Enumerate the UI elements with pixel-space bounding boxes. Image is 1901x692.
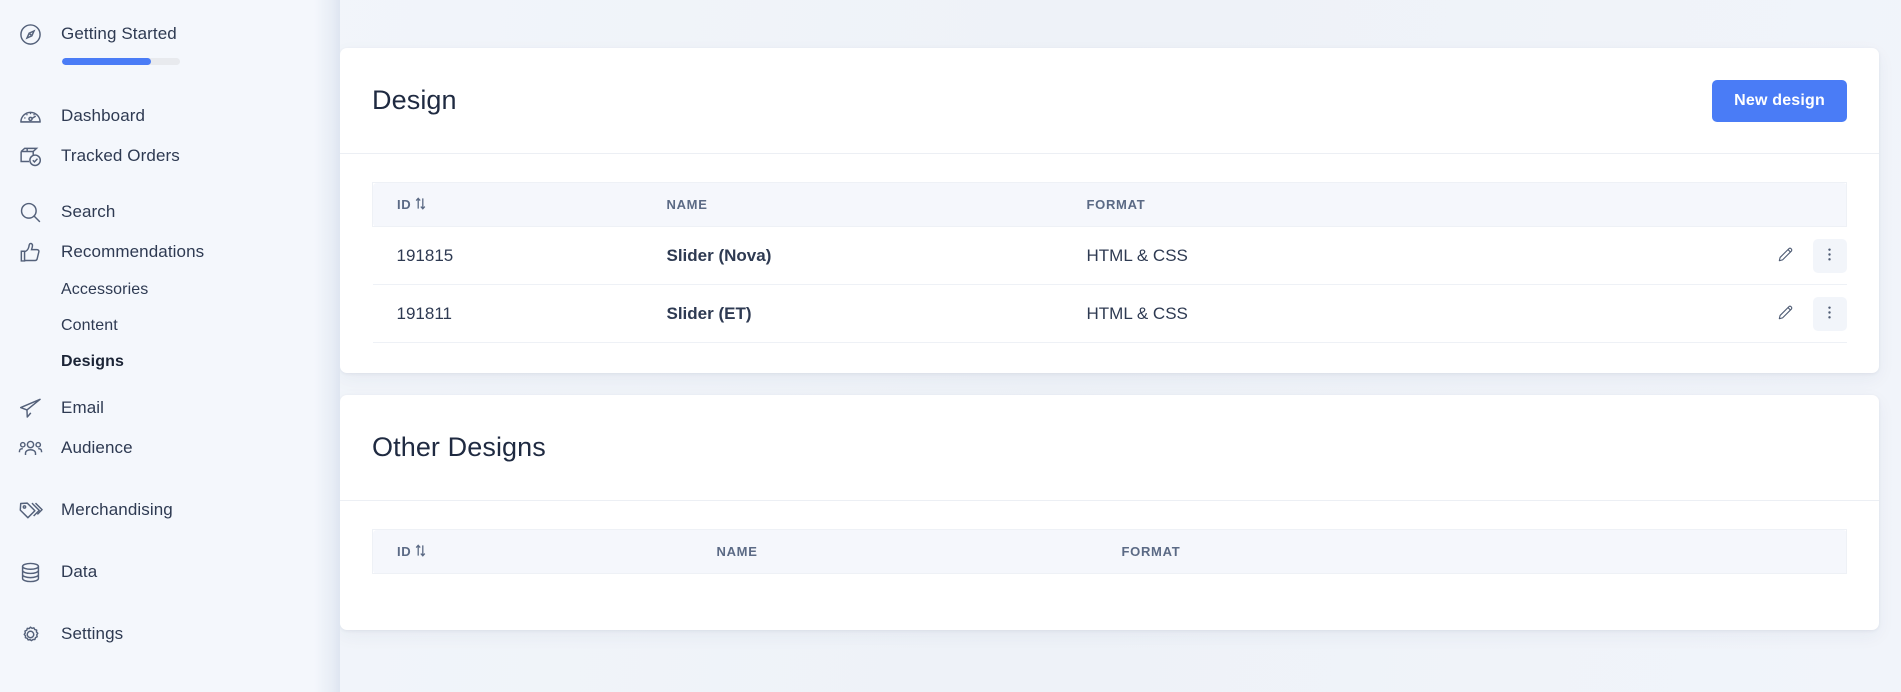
sidebar-subitem-designs[interactable]: Designs: [0, 344, 340, 380]
page-title: Design: [372, 85, 457, 115]
table-row[interactable]: 191815 Slider (Nova) HTML & CSS: [372, 226, 1847, 285]
progress-track: [62, 58, 180, 65]
cell-id: 191811: [372, 284, 643, 343]
design-card-header: Design New design: [340, 48, 1879, 154]
sidebar-item-data[interactable]: Data: [0, 552, 340, 592]
column-header-name[interactable]: NAME: [642, 182, 1063, 227]
sort-icon[interactable]: [415, 196, 426, 213]
row-more-menu-button[interactable]: [1812, 296, 1847, 331]
other-designs-card-header: Other Designs: [340, 395, 1879, 501]
cell-actions: [1716, 284, 1847, 343]
sidebar-item-label: Audience: [61, 438, 133, 457]
table-header-row: ID NAME FORMAT: [372, 182, 1847, 227]
sidebar-item-dashboard[interactable]: Dashboard: [0, 96, 340, 136]
paper-plane-icon: [18, 396, 52, 421]
design-card: Design New design ID NAME FORMAT 191815 …: [340, 48, 1879, 373]
row-more-menu-button[interactable]: [1812, 238, 1847, 273]
sidebar-item-merchandising[interactable]: Merchandising: [0, 490, 340, 530]
table-row[interactable]: 191811 Slider (ET) HTML & CSS: [372, 284, 1847, 343]
database-icon: [18, 560, 52, 585]
design-card-body: ID NAME FORMAT 191815 Slider (Nova) HTML…: [340, 154, 1879, 373]
kebab-menu-icon: [1821, 246, 1838, 266]
column-header-id[interactable]: ID: [372, 182, 643, 227]
other-designs-title: Other Designs: [372, 432, 546, 462]
sidebar-item-getting-started[interactable]: Getting Started: [0, 14, 340, 54]
designs-table-body: 191815 Slider (Nova) HTML & CSS 191811 S…: [372, 226, 1847, 343]
thumbs-up-icon: [18, 240, 52, 265]
designs-table: ID NAME FORMAT 191815 Slider (Nova) HTML…: [372, 182, 1847, 343]
pencil-icon: [1776, 245, 1795, 267]
cell-format: HTML & CSS: [1062, 226, 1717, 285]
gauge-icon: [18, 104, 52, 129]
column-header-actions: [1716, 182, 1847, 227]
getting-started-progress: [0, 54, 340, 80]
sidebar-item-label: Dashboard: [61, 106, 146, 125]
sidebar-item-recommendations[interactable]: Recommendations: [0, 232, 340, 272]
sidebar-item-label: Tracked Orders: [61, 146, 180, 165]
sidebar-item-label: Data: [61, 562, 98, 581]
column-header-id-label: ID: [397, 197, 412, 212]
main-content: Design New design ID NAME FORMAT 191815 …: [340, 0, 1901, 692]
column-header-name[interactable]: NAME: [692, 529, 1098, 574]
sidebar-item-label: Settings: [61, 624, 124, 643]
column-header-id-label: ID: [397, 544, 412, 559]
other-designs-card: Other Designs ID NAME FORMAT: [340, 395, 1879, 630]
progress-fill: [62, 58, 151, 65]
table-header-row: ID NAME FORMAT: [372, 529, 1847, 574]
designs-table-head: ID NAME FORMAT: [372, 182, 1847, 227]
gear-icon: [18, 622, 52, 647]
sort-icon[interactable]: [415, 543, 426, 560]
sidebar-subitem-label: Accessories: [61, 281, 149, 298]
cell-id: 191815: [372, 226, 643, 285]
sidebar-item-label: Recommendations: [61, 242, 205, 261]
edit-design-button[interactable]: [1769, 239, 1803, 273]
sidebar-item-label: Merchandising: [61, 500, 173, 519]
sidebar-item-label: Email: [61, 398, 105, 417]
column-header-id[interactable]: ID: [372, 529, 693, 574]
app-root: Getting Started Dashboard Tracked Orders…: [0, 0, 1901, 692]
sidebar-item-search[interactable]: Search: [0, 192, 340, 232]
sidebar-subitem-label: Content: [61, 317, 118, 334]
sidebar-subitem-content[interactable]: Content: [0, 308, 340, 344]
cell-name: Slider (ET): [642, 284, 1063, 343]
sidebar-item-settings[interactable]: Settings: [0, 614, 340, 654]
sidebar-item-tracked-orders[interactable]: Tracked Orders: [0, 136, 340, 176]
sidebar-item-email[interactable]: Email: [0, 388, 340, 428]
sidebar-item-label: Search: [61, 202, 116, 221]
sidebar: Getting Started Dashboard Tracked Orders…: [0, 0, 340, 692]
kebab-menu-icon: [1821, 304, 1838, 324]
column-header-format[interactable]: FORMAT: [1097, 529, 1847, 574]
cell-actions: [1716, 226, 1847, 285]
package-check-icon: [18, 144, 52, 169]
people-icon: [18, 436, 52, 461]
magnifier-icon: [18, 200, 52, 225]
pencil-icon: [1776, 303, 1795, 325]
tags-icon: [18, 498, 52, 523]
sidebar-subitem-accessories[interactable]: Accessories: [0, 272, 340, 308]
cell-name: Slider (Nova): [642, 226, 1063, 285]
other-designs-table-head: ID NAME FORMAT: [372, 529, 1847, 574]
new-design-button[interactable]: New design: [1712, 79, 1847, 122]
sidebar-item-audience[interactable]: Audience: [0, 428, 340, 468]
sidebar-item-label: Getting Started: [61, 24, 177, 43]
sidebar-subitem-label: Designs: [61, 353, 124, 370]
cell-format: HTML & CSS: [1062, 284, 1717, 343]
edit-design-button[interactable]: [1769, 297, 1803, 331]
other-designs-table: ID NAME FORMAT: [372, 529, 1847, 574]
compass-icon: [18, 22, 52, 47]
other-designs-card-body: ID NAME FORMAT: [340, 501, 1879, 630]
column-header-format[interactable]: FORMAT: [1062, 182, 1717, 227]
